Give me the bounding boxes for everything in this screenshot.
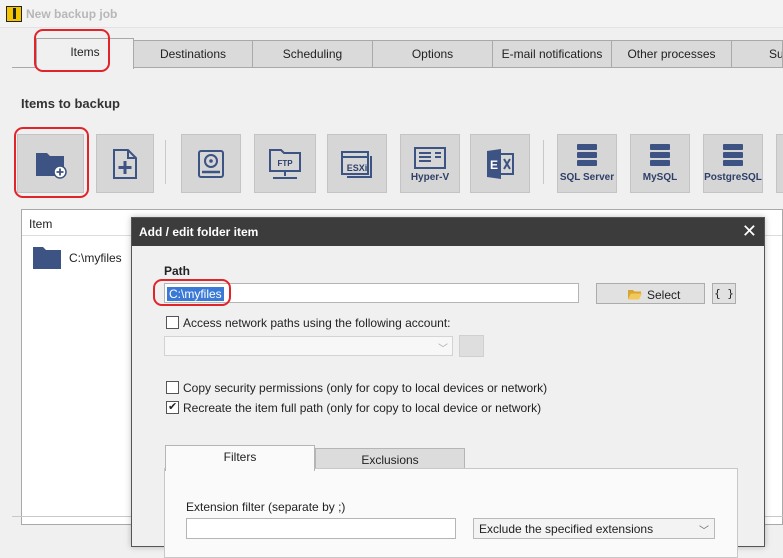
dialog-title-bar: Add / edit folder item ✕ <box>132 218 764 246</box>
recreate-path-checkbox[interactable] <box>166 400 179 414</box>
path-input[interactable]: C:\myfiles <box>164 283 579 303</box>
add-file-button[interactable] <box>96 134 154 193</box>
postgresql-label: PostgreSQL <box>704 172 762 183</box>
toolbar-separator <box>543 140 544 184</box>
mysql-label: MySQL <box>642 172 678 183</box>
extension-mode-dropdown[interactable]: Exclude the specified extensions ﹀ <box>473 518 715 539</box>
postgresql-button[interactable]: PostgreSQL <box>703 134 763 193</box>
path-value: C:\myfiles <box>167 287 224 301</box>
folder-icon <box>33 247 61 269</box>
add-edit-folder-dialog: Add / edit folder item ✕ Path C:\myfiles… <box>131 217 765 558</box>
account-dropdown: ﹀ <box>164 336 453 356</box>
sql-server-label: SQL Server <box>559 172 615 183</box>
copy-security-label: Copy security permissions (only for copy… <box>183 381 548 395</box>
folder-add-icon <box>35 152 67 179</box>
disk-image-button[interactable] <box>181 134 241 193</box>
account-browse-button <box>459 335 484 357</box>
file-add-icon <box>113 148 137 179</box>
database-icon <box>723 143 743 166</box>
window-title: New backup job <box>26 7 118 21</box>
esxi-button[interactable]: ESXi <box>327 134 387 193</box>
column-item-header[interactable]: Item <box>29 217 52 231</box>
dialog-title: Add / edit folder item <box>139 225 259 239</box>
tab-options[interactable]: Options <box>372 40 493 68</box>
select-button[interactable]: Select <box>596 283 705 304</box>
tab-destinations[interactable]: Destinations <box>133 40 253 68</box>
mysql-button[interactable]: MySQL <box>630 134 690 193</box>
extension-filter-input[interactable] <box>186 518 456 539</box>
tab-scheduling[interactable]: Scheduling <box>252 40 373 68</box>
list-item-text: C:\myfiles <box>69 251 122 265</box>
recreate-path-label: Recreate the item full path (only for co… <box>183 401 542 415</box>
database-icon <box>650 143 670 166</box>
chevron-down-icon: ﹀ <box>699 526 709 537</box>
network-account-label: Access network paths using the following… <box>183 316 451 330</box>
add-folder-button[interactable] <box>17 134 84 193</box>
ftp-label: FTP <box>277 159 293 168</box>
app-logo-icon <box>6 6 22 22</box>
extension-mode-value: Exclude the specified extensions <box>479 522 654 536</box>
hyper-v-button[interactable]: Hyper-V <box>400 134 460 193</box>
exchange-icon: E <box>487 148 514 179</box>
hyper-v-icon <box>414 146 446 169</box>
exchange-button[interactable]: E <box>470 134 530 193</box>
path-label: Path <box>164 264 191 278</box>
esxi-label: ESXi <box>346 163 368 173</box>
hard-disk-icon <box>198 149 224 178</box>
tab-other-processes[interactable]: Other processes <box>611 40 732 68</box>
network-account-checkbox[interactable] <box>166 316 179 329</box>
close-icon[interactable]: ✕ <box>742 221 757 241</box>
title-bar: New backup job <box>0 0 783 28</box>
select-button-label: Select <box>647 288 681 302</box>
hyper-v-label: Hyper-V <box>410 172 450 183</box>
extension-filter-label: Extension filter (separate by ;) <box>186 500 346 514</box>
tab-items[interactable]: Items <box>36 38 134 69</box>
svg-text:E: E <box>490 158 498 172</box>
more-toolbar-button[interactable] <box>776 134 783 193</box>
tab-email-notifications[interactable]: E-mail notifications <box>492 40 612 68</box>
main-tabs: Items Destinations Scheduling Options E-… <box>12 38 783 69</box>
folder-open-icon <box>628 290 642 300</box>
toolbar-separator <box>165 140 166 184</box>
database-icon <box>577 143 597 166</box>
section-title: Items to backup <box>21 96 120 111</box>
tab-su[interactable]: Su <box>731 40 783 68</box>
variables-button[interactable]: { } <box>712 283 736 304</box>
sql-server-button[interactable]: SQL Server <box>557 134 617 193</box>
tab-filters[interactable]: Filters <box>165 445 315 471</box>
chevron-down-icon: ﹀ <box>438 344 448 355</box>
ftp-button[interactable]: FTP <box>254 134 316 193</box>
copy-security-checkbox[interactable] <box>166 381 179 394</box>
list-item[interactable]: C:\myfiles <box>32 244 132 270</box>
